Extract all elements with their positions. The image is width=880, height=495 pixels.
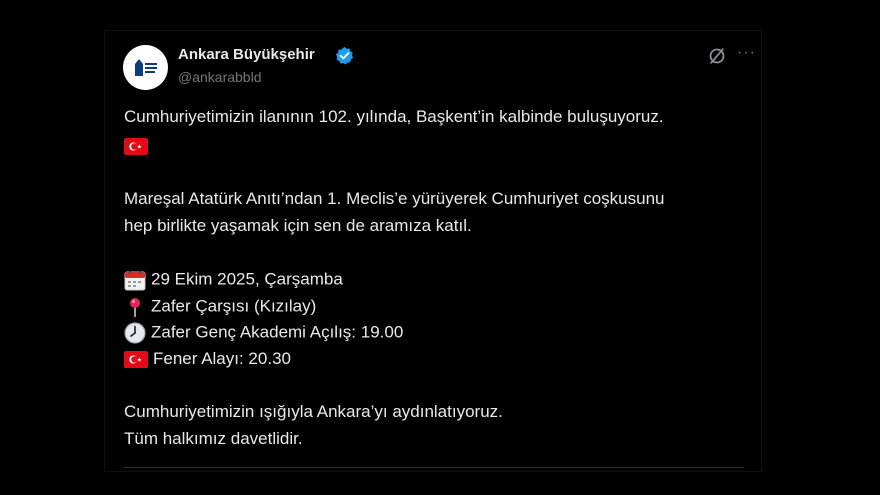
more-options-button[interactable]: ··· xyxy=(737,44,759,64)
closing-line-1: Cumhuriyetimizin ışığıyla Ankara’yı aydı… xyxy=(124,402,503,421)
event-opening: Zafer Genç Akademi Açılış: 19.00 xyxy=(151,322,404,342)
calendar-icon xyxy=(124,271,146,291)
turkey-flag-icon xyxy=(124,138,148,156)
event-opening-line: Zafer Genç Akademi Açılış: 19.00 xyxy=(124,322,403,344)
closing-line-2: Tüm halkımız davetlidir. xyxy=(124,429,303,448)
flag-line xyxy=(124,136,153,156)
turkey-flag-icon xyxy=(124,351,148,369)
author-handle[interactable]: @ankarabbld xyxy=(178,69,262,85)
verified-badge-icon xyxy=(335,46,354,65)
grok-icon[interactable] xyxy=(707,46,727,66)
author-name[interactable]: Ankara Büyükşehir xyxy=(178,46,315,63)
clock-icon xyxy=(124,322,146,344)
event-date-line: 29 Ekim 2025, Çarşamba xyxy=(124,269,343,291)
ankara-logo-icon xyxy=(134,58,157,76)
post-text-line-1: Cumhuriyetimizin ilanının 102. yılında, … xyxy=(124,107,664,126)
event-parade: Fener Alayı: 20.30 xyxy=(153,349,291,368)
location-pin-icon xyxy=(130,298,140,317)
event-parade-line: Fener Alayı: 20.30 xyxy=(124,349,291,369)
divider xyxy=(124,467,744,468)
post-text-line-3: Mareşal Atatürk Anıtı’ndan 1. Meclis’e y… xyxy=(124,189,665,208)
post-text-line-4: hep birlikte yaşamak için sen de aramıza… xyxy=(124,216,472,235)
event-location-line: Zafer Çarşısı (Kızılay) xyxy=(124,296,316,318)
avatar[interactable] xyxy=(123,45,168,90)
event-location: Zafer Çarşısı (Kızılay) xyxy=(151,296,317,316)
event-date: 29 Ekim 2025, Çarşamba xyxy=(151,269,343,289)
